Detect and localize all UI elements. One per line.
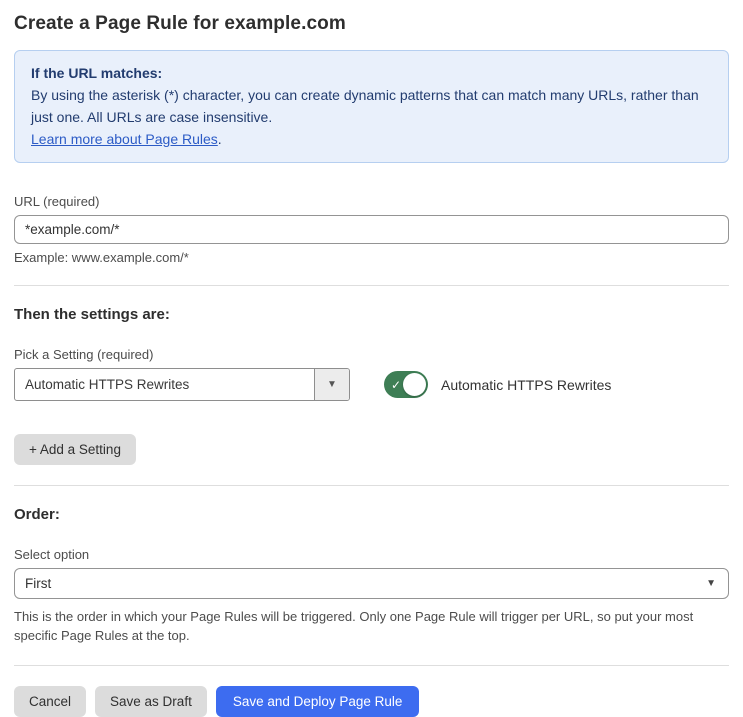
setting-dropdown-value: Automatic HTTPS Rewrites — [25, 377, 190, 392]
info-box-body: By using the asterisk (*) character, you… — [31, 87, 699, 125]
info-box-link-line: Learn more about Page Rules. — [31, 128, 712, 150]
divider — [14, 285, 729, 286]
cancel-button[interactable]: Cancel — [14, 686, 87, 717]
url-example-text: Example: www.example.com/* — [14, 250, 189, 265]
check-icon: ✓ — [391, 377, 402, 392]
toggle-knob — [403, 373, 426, 396]
setting-toggle-group: ✓ Automatic HTTPS Rewrites — [384, 371, 611, 398]
select-arrow-icon: ▼ — [706, 578, 716, 589]
order-section-heading: Order: — [14, 506, 60, 523]
create-page-rule-panel: Create a Page Rule for example.com If th… — [0, 0, 743, 717]
pick-setting-label: Pick a Setting (required) — [14, 347, 154, 362]
setting-dropdown[interactable]: Automatic HTTPS Rewrites ▼ — [14, 368, 350, 401]
chevron-down-icon: ▼ — [327, 379, 337, 390]
link-suffix: . — [217, 131, 222, 147]
url-field-label: URL (required) — [14, 194, 100, 209]
url-input[interactable] — [14, 215, 729, 244]
dropdown-arrow-button[interactable]: ▼ — [314, 369, 349, 400]
save-and-deploy-button[interactable]: Save and Deploy Page Rule — [215, 686, 420, 717]
order-select-value: First — [25, 576, 52, 591]
learn-more-link[interactable]: Learn more about Page Rules — [31, 131, 218, 147]
order-select-label: Select option — [14, 547, 90, 562]
divider — [14, 485, 729, 486]
toggle-label: Automatic HTTPS Rewrites — [441, 376, 612, 393]
setting-toggle[interactable]: ✓ — [384, 371, 428, 398]
actions-row: Cancel Save as Draft Save and Deploy Pag… — [14, 686, 729, 717]
order-help-text: This is the order in which your Page Rul… — [14, 609, 694, 643]
settings-section-heading: Then the settings are: — [14, 306, 170, 323]
info-box-heading: If the URL matches: — [31, 65, 163, 81]
divider — [14, 665, 729, 666]
save-as-draft-button[interactable]: Save as Draft — [95, 686, 207, 717]
url-match-info-box: If the URL matches: By using the asteris… — [14, 50, 729, 163]
page-title: Create a Page Rule for example.com — [14, 13, 346, 34]
add-setting-button[interactable]: + Add a Setting — [14, 434, 136, 465]
setting-row: Automatic HTTPS Rewrites ▼ ✓ Automatic H… — [14, 368, 729, 401]
order-select[interactable]: First ▼ — [14, 568, 729, 599]
